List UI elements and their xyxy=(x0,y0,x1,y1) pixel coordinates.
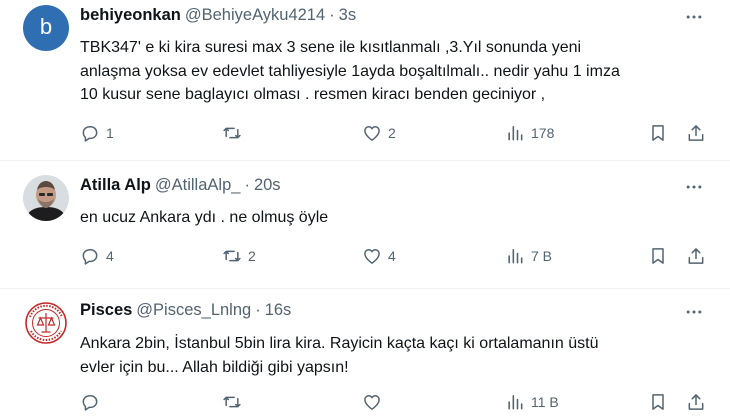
bookmark-icon xyxy=(648,246,668,266)
like-icon xyxy=(362,123,382,143)
like-icon xyxy=(362,246,382,266)
like-button[interactable] xyxy=(362,390,388,414)
timestamp[interactable]: 3s xyxy=(339,6,356,25)
tweet-text-line: Ankara 2bin, İstanbul 5bin lira kira. Ra… xyxy=(80,335,599,352)
bookmark-button[interactable] xyxy=(648,244,668,268)
reply-icon xyxy=(80,392,100,412)
tweet-text: Ankara 2bin, İstanbul 5bin lira kira. Ra… xyxy=(80,332,715,379)
share-button[interactable] xyxy=(686,244,706,268)
like-icon xyxy=(362,392,382,412)
bookmark-button[interactable] xyxy=(648,390,668,414)
bookmark-icon xyxy=(648,392,668,412)
bookmark-button[interactable] xyxy=(648,121,668,145)
more-icon[interactable] xyxy=(684,177,704,197)
bookmark-icon xyxy=(648,123,668,143)
reply-count: 1 xyxy=(106,125,114,141)
reply-button[interactable] xyxy=(80,390,106,414)
tweet-text-line: TBK347' e ki kira suresi max 3 sene ile … xyxy=(80,39,582,56)
timestamp[interactable]: 16s xyxy=(265,301,292,320)
retweet-button[interactable] xyxy=(222,121,248,145)
share-icon xyxy=(686,246,706,266)
tweet[interactable]: b behiyeonkan @BehiyeAyku4214 · 3s TBK34… xyxy=(0,0,730,160)
separator: · xyxy=(244,176,250,194)
views-count: 11 B xyxy=(531,394,559,410)
share-button[interactable] xyxy=(686,390,706,414)
like-button[interactable]: 4 xyxy=(362,244,396,268)
timestamp[interactable]: 20s xyxy=(254,176,281,195)
author-handle[interactable]: @Pisces_Lnlng xyxy=(136,301,251,320)
views-button[interactable]: 178 xyxy=(505,121,554,145)
author-name[interactable]: Atilla Alp xyxy=(80,176,151,195)
reply-button[interactable]: 1 xyxy=(80,121,114,145)
views-button[interactable]: 7 B xyxy=(505,244,552,268)
separator: · xyxy=(329,6,335,24)
tweet-text: en ucuz Ankara ydı . ne olmuş öyle xyxy=(80,206,715,230)
share-icon xyxy=(686,123,706,143)
reply-count: 4 xyxy=(106,248,114,264)
tweet[interactable]: Atilla Alp @AtillaAlp_ · 20s en ucuz Ank… xyxy=(0,161,730,288)
like-count: 4 xyxy=(388,248,396,264)
share-button[interactable] xyxy=(686,121,706,145)
like-button[interactable]: 2 xyxy=(362,121,396,145)
reply-icon xyxy=(80,123,100,143)
tweet[interactable]: Pisces @Pisces_Lnlng · 16s Ankara 2bin, … xyxy=(0,289,730,420)
retweet-button[interactable] xyxy=(222,390,248,414)
like-count: 2 xyxy=(388,125,396,141)
tweet-text: TBK347' e ki kira suresi max 3 sene ile … xyxy=(80,36,715,107)
views-icon xyxy=(505,392,525,412)
tweet-text-line: en ucuz Ankara ydı . ne olmuş öyle xyxy=(80,209,329,226)
avatar[interactable] xyxy=(23,175,69,221)
views-count: 7 B xyxy=(531,248,553,264)
tweet-actions: 1 2 178 xyxy=(80,121,710,145)
retweet-button[interactable]: 2 xyxy=(222,244,256,268)
author-name[interactable]: behiyeonkan xyxy=(80,6,181,25)
tweet-actions: 4 2 4 7 B xyxy=(80,244,710,268)
views-icon xyxy=(505,123,525,143)
avatar[interactable]: b xyxy=(23,5,69,51)
retweet-icon xyxy=(222,123,242,143)
author-name[interactable]: Pisces xyxy=(80,301,132,320)
tweet-text-line: 10 kusur sene baglayıcı olması . resmen … xyxy=(80,86,546,103)
avatar[interactable] xyxy=(23,300,69,346)
views-icon xyxy=(505,246,525,266)
retweet-icon xyxy=(222,246,242,266)
tweet-header: Atilla Alp @AtillaAlp_ · 20s xyxy=(80,176,281,195)
more-icon[interactable] xyxy=(684,302,704,322)
tweet-header: behiyeonkan @BehiyeAyku4214 · 3s xyxy=(80,6,356,25)
retweet-icon xyxy=(222,392,242,412)
tweet-text-line: evler için bu... Allah bildiği gibi yaps… xyxy=(80,358,349,376)
share-icon xyxy=(686,392,706,412)
views-count: 178 xyxy=(531,125,555,141)
author-handle[interactable]: @AtillaAlp_ xyxy=(155,176,241,195)
tweet-text-line: anlaşma yoksa ev edevlet tahliyesiyle 1a… xyxy=(80,62,620,80)
tweet-actions: 11 B xyxy=(80,390,710,414)
more-icon[interactable] xyxy=(684,7,704,27)
tweet-header: Pisces @Pisces_Lnlng · 16s xyxy=(80,301,291,320)
separator: · xyxy=(255,301,261,319)
views-button[interactable]: 11 B xyxy=(505,390,559,414)
author-handle[interactable]: @BehiyeAyku4214 xyxy=(185,6,325,25)
reply-button[interactable]: 4 xyxy=(80,244,114,268)
retweet-count: 2 xyxy=(248,248,256,264)
reply-icon xyxy=(80,246,100,266)
